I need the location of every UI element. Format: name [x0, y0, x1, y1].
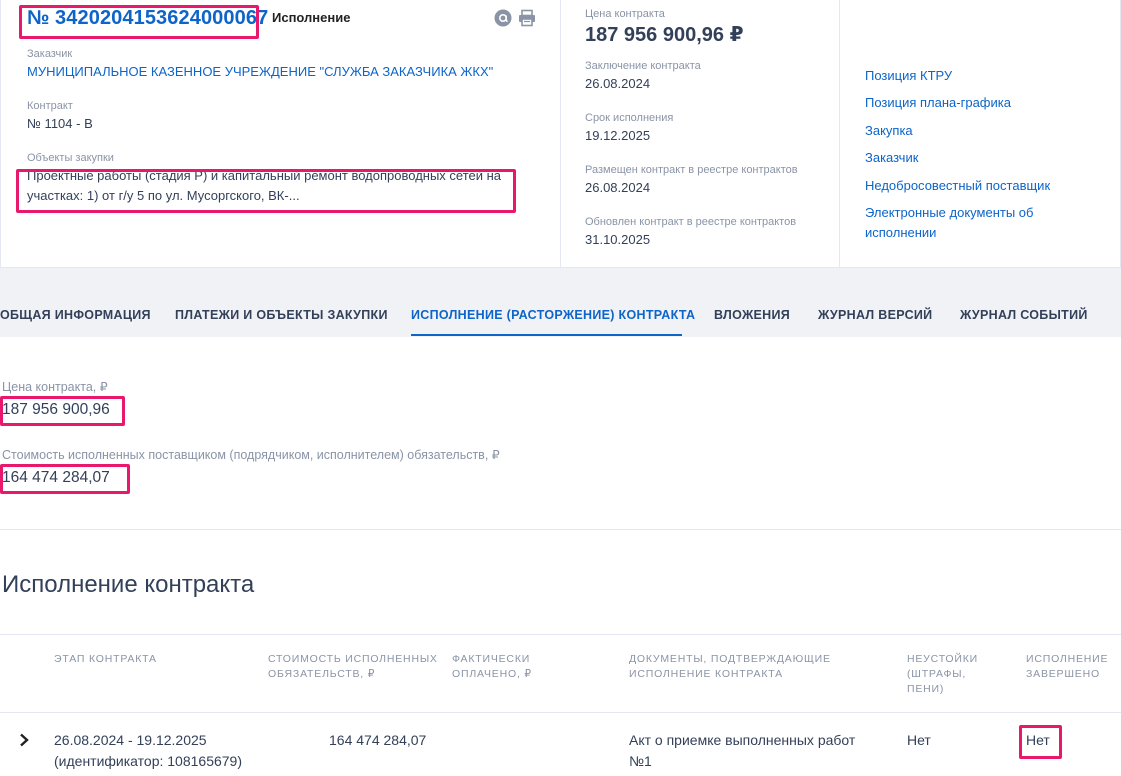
row-docs: Акт о приемке выполненных работ №1 [629, 732, 856, 769]
active-tab-indicator [411, 334, 682, 336]
placed-value: 26.08.2024 [585, 180, 651, 195]
contract-tabs: ОБЩАЯ ИНФОРМАЦИЯ ПЛАТЕЖИ И ОБЪЕКТЫ ЗАКУП… [0, 268, 1121, 337]
execution-price-value: 187 956 900,96 [2, 401, 110, 418]
row-done: Нет [1026, 732, 1050, 748]
link-plan-schedule-position[interactable]: Позиция плана-графика [865, 93, 1011, 113]
updated-label: Обновлен контракт в реестре контрактов [585, 216, 797, 228]
tab-version-log[interactable]: ЖУРНАЛ ВЕРСИЙ [818, 308, 932, 322]
price-value: 187 956 900,96 ₽ [585, 24, 744, 46]
contract-value: № 1104 - В [27, 116, 93, 131]
row-cost: 164 474 284,07 [329, 732, 427, 748]
link-purchase[interactable]: Закупка [865, 121, 913, 141]
purchase-objects-line1: Проектные работы (стадия Р) и капитальны… [27, 168, 502, 183]
row-penalty: Нет [907, 732, 931, 748]
link-customer[interactable]: Заказчик [865, 148, 918, 168]
column-header-cost: СТОИМОСТЬ ИСПОЛНЕННЫХ ОБЯЗАТЕЛЬСТВ, ₽ [268, 653, 438, 680]
chevron-right-icon[interactable] [17, 733, 31, 747]
purchase-objects-line2: участках: 1) от г/у 5 по ул. Мусоргского… [27, 188, 300, 203]
contract-label: Контракт [27, 100, 73, 112]
link-ktru-position[interactable]: Позиция КТРУ [865, 66, 952, 86]
print-icon[interactable] [518, 9, 536, 27]
contract-status: Исполнение [272, 10, 351, 25]
tab-payments-objects[interactable]: ПЛАТЕЖИ И ОБЪЕКТЫ ЗАКУПКИ [175, 308, 388, 322]
price-label: Цена контракта [585, 8, 665, 20]
table-header-border [0, 712, 1121, 713]
column-header-docs: ДОКУМЕНТЫ, ПОДТВЕРЖДАЮЩИЕ ИСПОЛНЕНИЕ КОН… [629, 653, 831, 680]
placed-label: Размещен контракт в реестре контрактов [585, 164, 798, 176]
conclusion-value: 26.08.2024 [585, 76, 651, 91]
link-electronic-docs[interactable]: Электронные документы об [865, 203, 1033, 223]
link-electronic-docs-line2[interactable]: исполнении [865, 223, 936, 243]
tab-general-info[interactable]: ОБЩАЯ ИНФОРМАЦИЯ [0, 308, 151, 322]
column-header-penalty: НЕУСТОЙКИ (ШТРАФЫ, ПЕНИ) [907, 653, 979, 695]
term-label: Срок исполнения [585, 112, 674, 124]
email-icon[interactable] [494, 9, 512, 27]
updated-value: 31.10.2025 [585, 232, 651, 247]
section-divider [0, 529, 1121, 530]
tab-execution[interactable]: ИСПОЛНЕНИЕ (РАСТОРЖЕНИЕ) КОНТРАКТА [411, 308, 695, 322]
table-top-border [0, 634, 1121, 635]
column-header-paid: ФАКТИЧЕСКИ ОПЛАЧЕНО, ₽ [452, 653, 532, 680]
tab-attachments[interactable]: ВЛОЖЕНИЯ [714, 308, 790, 322]
customer-link[interactable]: МУНИЦИПАЛЬНОЕ КАЗЕННОЕ УЧРЕЖДЕНИЕ "СЛУЖБ… [27, 62, 493, 82]
section-title: Исполнение контракта [2, 571, 255, 598]
contract-summary: Цена контракта 187 956 900,96 ₽ Заключен… [561, 0, 840, 268]
customer-label: Заказчик [27, 48, 73, 60]
execution-cost-value: 164 474 284,07 [2, 469, 110, 486]
link-unfair-supplier[interactable]: Недобросовестный поставщик [865, 176, 1050, 196]
related-links: Позиция КТРУ Позиция плана-графика Закуп… [840, 0, 1121, 268]
term-value: 19.12.2025 [585, 128, 651, 143]
tab-event-log[interactable]: ЖУРНАЛ СОБЫТИЙ [960, 308, 1088, 322]
column-header-done: ИСПОЛНЕНИЕ ЗАВЕРШЕНО [1026, 653, 1109, 680]
conclusion-label: Заключение контракта [585, 60, 701, 72]
column-header-stage: ЭТАП КОНТРАКТА [54, 653, 157, 665]
contract-reg-number-link[interactable]: № 3420204153624000067 [27, 7, 268, 30]
row-stage: 26.08.2024 - 19.12.2025 (идентификатор: … [54, 732, 242, 769]
contract-main-info: № 3420204153624000067 Исполнение Заказчи… [0, 0, 561, 268]
execution-price-label: Цена контракта, ₽ [2, 380, 108, 394]
execution-cost-label: Стоимость исполненных поставщиком (подря… [2, 448, 500, 462]
purchase-objects-label: Объекты закупки [27, 152, 114, 164]
contract-header-card: № 3420204153624000067 Исполнение Заказчи… [0, 0, 1121, 268]
